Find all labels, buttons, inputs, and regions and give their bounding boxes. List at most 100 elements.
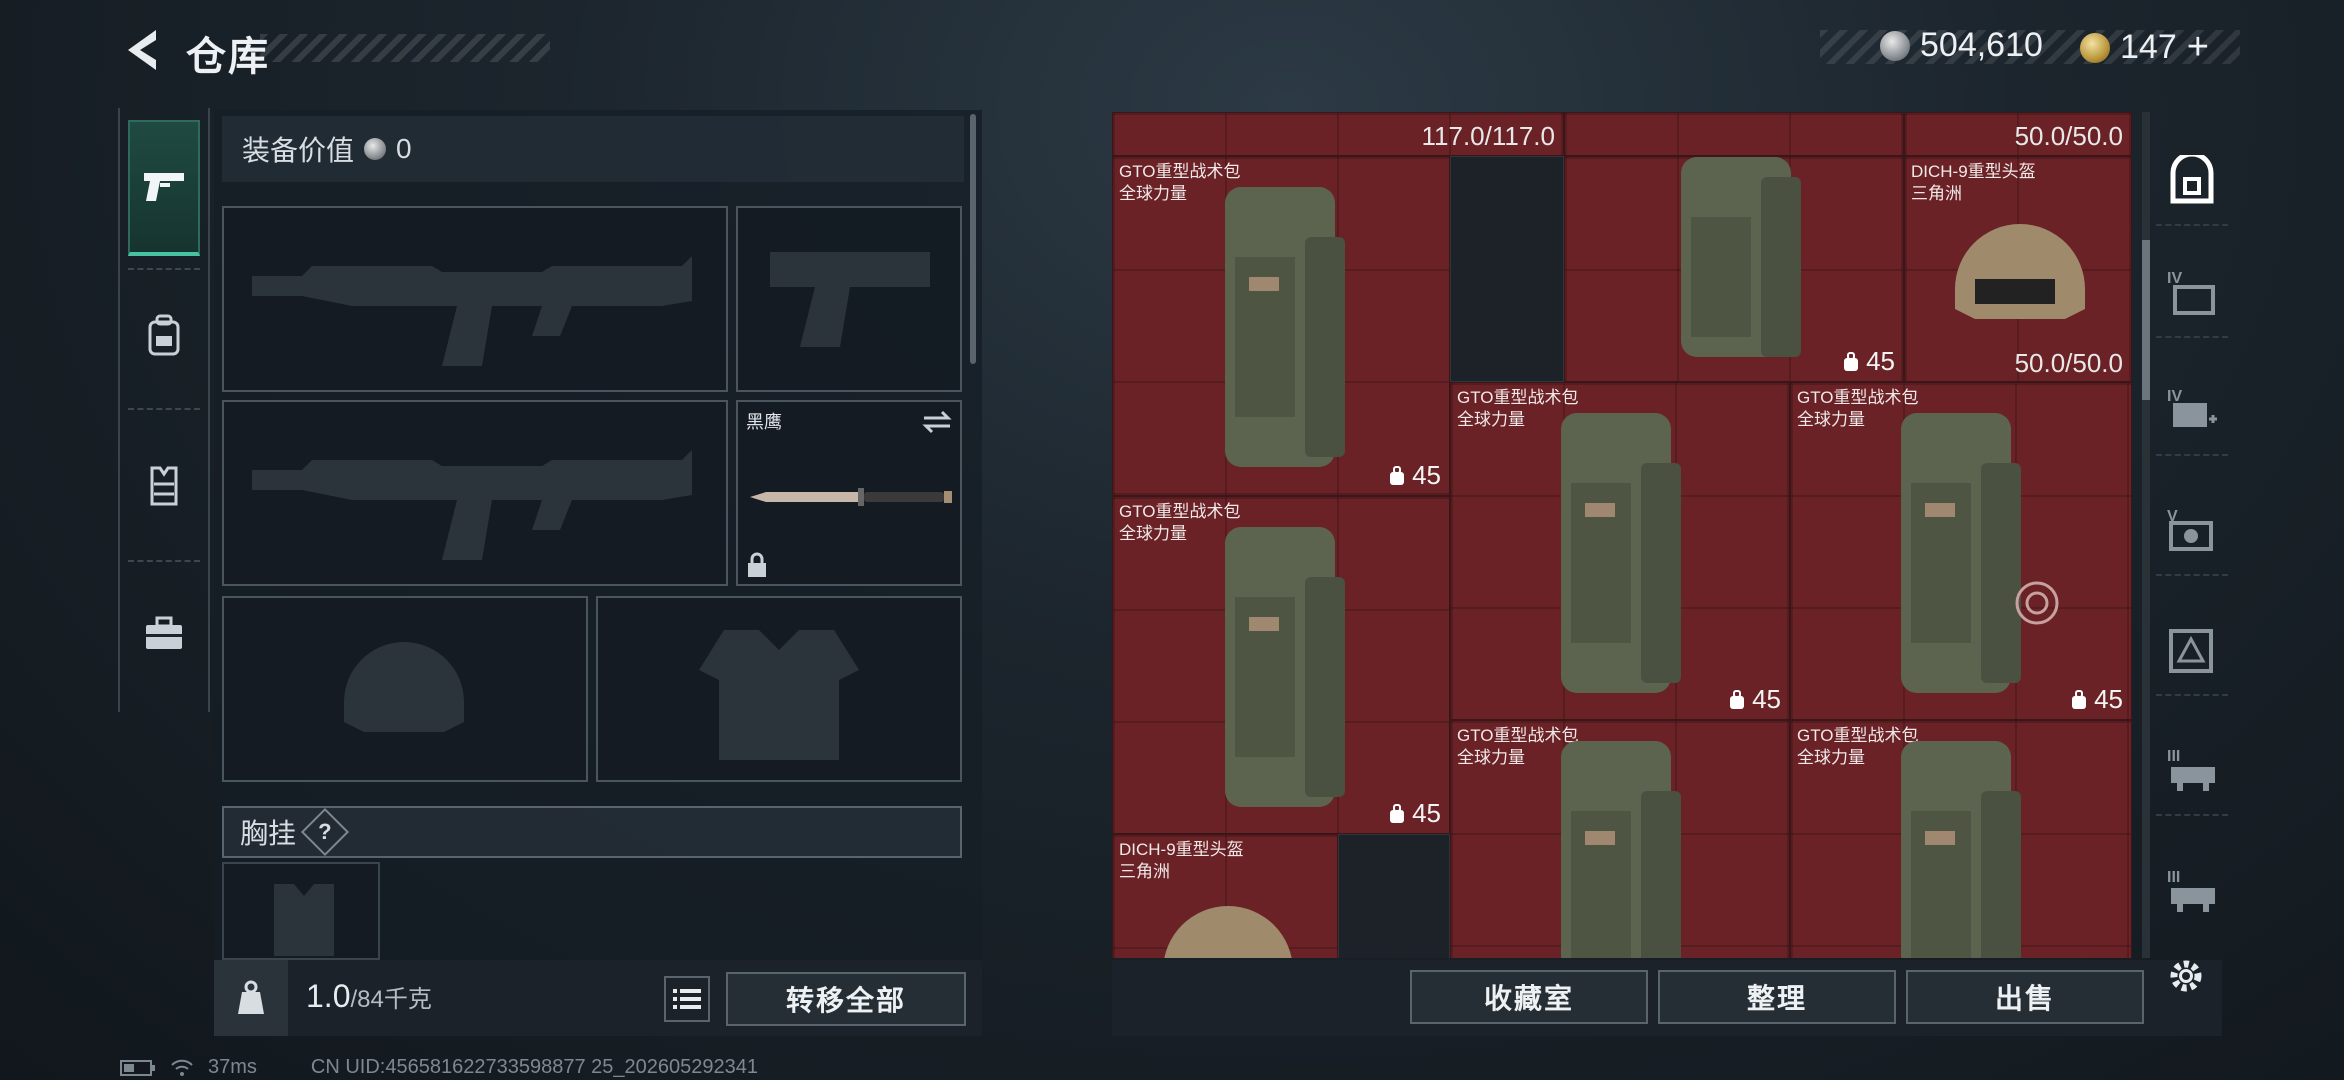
tab-separator — [128, 408, 200, 410]
tab-backpack[interactable] — [128, 268, 200, 404]
rail-warning-crate[interactable] — [2156, 606, 2228, 696]
helmet-slot[interactable] — [222, 596, 588, 782]
silver-coin-icon — [1880, 30, 1910, 61]
pistol-icon — [144, 173, 184, 201]
organize-button[interactable]: 整理 — [1658, 970, 1896, 1024]
weight-readout: 1.0/84千克 — [306, 978, 432, 1015]
chest-rig-label: 胸挂 — [240, 818, 297, 849]
transfer-all-button[interactable]: 转移全部 — [726, 972, 966, 1026]
backpack-item-icon — [1225, 527, 1345, 807]
ping: 37ms — [208, 1056, 257, 1078]
storage-item-helmet[interactable]: DICH-9重型头盔 三角洲 50.0/50.0 — [1904, 156, 2132, 382]
storage-item-backpack[interactable]: GTO重型战术包 全球力量 45 — [1112, 496, 1450, 834]
silver-amount: 504,610 — [1920, 26, 2043, 64]
item-durability: 50.0/50.0 — [2014, 348, 2123, 378]
weight-current: 1.0 — [306, 978, 351, 1014]
melee-slot[interactable]: 黑鹰 — [736, 400, 962, 586]
status-bar: 37ms CN UID:456581622733598877 25_202605… — [120, 1056, 758, 1079]
storage-item-helmet[interactable]: DICH-9重型头盔 三角洲 — [1112, 834, 1338, 958]
item-name: DICH-9重型头盔 三角洲 — [1911, 162, 2036, 203]
page-title: 仓库 — [186, 35, 270, 79]
helmet-item-icon — [1164, 906, 1292, 958]
storage-scroll-thumb[interactable] — [2142, 240, 2150, 400]
gold-coin-icon — [2080, 32, 2110, 63]
primary-weapon-slot[interactable] — [222, 206, 728, 392]
vest-icon — [150, 466, 178, 506]
silver-coin-icon — [364, 138, 387, 160]
rail-safe-box[interactable] — [2156, 136, 2228, 226]
list-view-button[interactable] — [664, 976, 710, 1022]
rail-rack-tier-2[interactable]: III — [2156, 846, 2228, 936]
melee-name: 黑鹰 — [746, 412, 782, 432]
rail-ammo-tier[interactable]: V — [2156, 486, 2228, 576]
storage-item-backpack[interactable]: GTO重型战术包 全球力量 — [1450, 720, 1790, 958]
add-gold-button[interactable]: + — [2187, 26, 2209, 69]
warning-crate-icon — [2169, 629, 2213, 673]
rifle-silhouette-icon — [252, 256, 692, 366]
equipment-scrollbar[interactable] — [970, 114, 976, 364]
tab-weapons[interactable] — [128, 120, 200, 256]
storage-item-backpack[interactable]: GTO重型战术包 全球力量 — [1790, 720, 2132, 958]
settings-button[interactable] — [2164, 954, 2208, 998]
chest-rig-slot[interactable] — [222, 862, 380, 960]
backpack-small-icon — [1844, 351, 1859, 371]
folder-tier-icon: IV — [2167, 270, 2215, 315]
equipment-value-label: 装备价值 — [242, 135, 355, 166]
ammo-tier-icon: V — [2167, 508, 2213, 551]
weight-icon — [238, 980, 264, 1014]
storage-item-backpack[interactable]: GTO重型战术包 全球力量 45 — [1112, 156, 1450, 496]
secondary-weapon-slot[interactable] — [222, 400, 728, 586]
rail-rack-tier-1[interactable]: III — [2156, 726, 2228, 816]
rack-tier-icon-2: III — [2167, 869, 2215, 912]
svg-text:IV: IV — [2167, 388, 2182, 405]
tab-toolbox[interactable] — [128, 566, 200, 702]
help-button[interactable]: ? — [300, 807, 350, 857]
rail-medkit-tier[interactable]: IV — [2156, 366, 2228, 456]
silver-currency[interactable]: 504,610 — [1880, 26, 2043, 65]
wifi-icon — [171, 1059, 193, 1076]
tab-vest[interactable] — [128, 418, 200, 554]
equipment-value-header: 装备价值 0 — [222, 116, 964, 182]
armor-silhouette-icon — [699, 630, 859, 760]
medkit-tier-icon: IV — [2167, 388, 2217, 427]
target-icon — [2015, 581, 2059, 625]
swap-icon[interactable] — [922, 410, 952, 434]
storage-item[interactable]: 50.0/50.0 — [1904, 112, 2132, 156]
body-armor-slot[interactable] — [596, 596, 962, 782]
backpack-item-icon — [1561, 741, 1681, 958]
backpack-item-icon — [1901, 413, 2021, 693]
storage-item[interactable] — [1564, 112, 1904, 156]
battery-icon — [120, 1059, 155, 1076]
empty-cell[interactable] — [1450, 156, 1564, 382]
svg-text:III: III — [2167, 869, 2180, 886]
backpack-small-icon — [1390, 465, 1405, 485]
rail-folder-tier[interactable]: IV — [2156, 248, 2228, 338]
storage-scrollbar[interactable] — [2142, 112, 2150, 958]
sidearm-slot[interactable] — [736, 206, 962, 392]
list-icon — [673, 989, 701, 1009]
backpack-small-icon — [2072, 689, 2087, 709]
helmet-item-icon — [1955, 224, 2085, 319]
gear-icon — [2170, 960, 2202, 992]
item-quantity: 45 — [1842, 346, 1895, 377]
backpack-icon — [148, 314, 180, 356]
item-name: DICH-9重型头盔 三角洲 — [1119, 840, 1244, 881]
storage-item[interactable]: 117.0/117.0 — [1112, 112, 1564, 156]
gold-amount: 147 — [2120, 28, 2177, 66]
helmet-silhouette-icon — [344, 642, 464, 732]
storage-item-backpack[interactable]: GTO重型战术包 全球力量 45 — [1790, 382, 2132, 720]
gold-currency[interactable]: 147 + — [2080, 26, 2209, 69]
backpack-small-icon — [1390, 803, 1405, 823]
sell-button[interactable]: 出售 — [1906, 970, 2144, 1024]
svg-text:III: III — [2167, 748, 2180, 765]
knife-icon — [750, 488, 952, 506]
equipment-value: 0 — [396, 133, 412, 164]
collection-room-button[interactable]: 收藏室 — [1410, 970, 1648, 1024]
storage-item-backpack[interactable]: 45 — [1564, 156, 1904, 382]
empty-cell[interactable] — [1338, 834, 1450, 958]
pistol-silhouette-icon — [770, 252, 930, 347]
storage-item-backpack[interactable]: GTO重型战术包 全球力量 45 — [1450, 382, 1790, 720]
item-durability: 50.0/50.0 — [2014, 121, 2123, 151]
tab-separator — [128, 560, 200, 562]
back-button[interactable] — [112, 22, 172, 78]
